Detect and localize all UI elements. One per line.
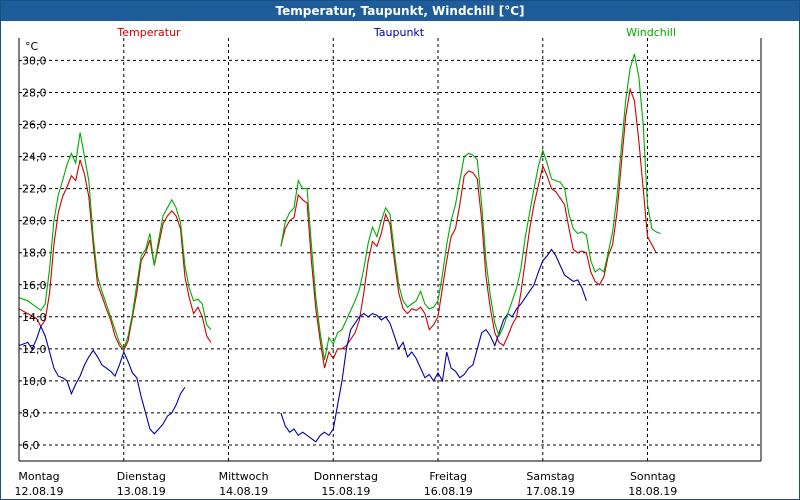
x-tick-date: 18.08.19 (628, 485, 677, 498)
x-tick-date: 16.08.19 (424, 485, 473, 498)
x-tick-date: 14.08.19 (219, 485, 268, 498)
x-tick-date: 15.08.19 (321, 485, 370, 498)
x-tick-day: Montag (18, 470, 59, 483)
axes (18, 38, 762, 462)
legend-taupunkt: Taupunkt (373, 26, 425, 39)
x-tick-day: Donnerstag (314, 470, 378, 483)
y-tick-label: 24,0 (22, 151, 47, 164)
x-tick-day: Dienstag (117, 470, 166, 483)
y-tick-label: 14,0 (22, 311, 47, 324)
legend-temperatur: Temperatur (116, 26, 181, 39)
x-tick-day: Mittwoch (219, 470, 269, 483)
grid (19, 38, 761, 461)
y-tick-label: 8,0 (22, 407, 40, 420)
x-tick-date: 13.08.19 (117, 485, 166, 498)
x-tick-day: Freitag (429, 470, 467, 483)
labels: 6,0 8,0 10,0 12,0 14,0 16,0 18,0 20,0 22,0 24,0 26… (15, 26, 678, 498)
y-tick-label: 22,0 (22, 183, 47, 196)
y-tick-label: 6,0 (22, 439, 40, 452)
y-axis-unit: °C (25, 40, 39, 53)
y-tick-label: 18,0 (22, 247, 47, 260)
legend-windchill: Windchill (626, 26, 676, 39)
series-line-windchill (280, 53, 661, 361)
y-tick-label: 10,0 (22, 375, 47, 388)
y-tick-label: 26,0 (22, 119, 47, 132)
series-lines (18, 53, 661, 443)
x-tick-date: 17.08.19 (526, 485, 575, 498)
series-line-temperatur (280, 87, 657, 369)
y-tick-label: 12,0 (22, 343, 47, 356)
chart: 6,0 8,0 10,0 12,0 14,0 16,0 18,0 20,0 22,0 24,0 26… (15, 26, 762, 498)
y-tick-label: 30,0 (22, 54, 47, 67)
x-tick-day: Sonntag (630, 470, 676, 483)
y-tick-label: 20,0 (22, 215, 47, 228)
y-tick-label: 28,0 (22, 86, 47, 99)
y-tick-label: 16,0 (22, 279, 47, 292)
x-tick-day: Samstag (526, 470, 574, 483)
chart-window: Temperatur, Taupunkt, Windchill [°C] 6,0… (0, 0, 800, 500)
x-tick-date: 12.08.19 (15, 485, 64, 498)
